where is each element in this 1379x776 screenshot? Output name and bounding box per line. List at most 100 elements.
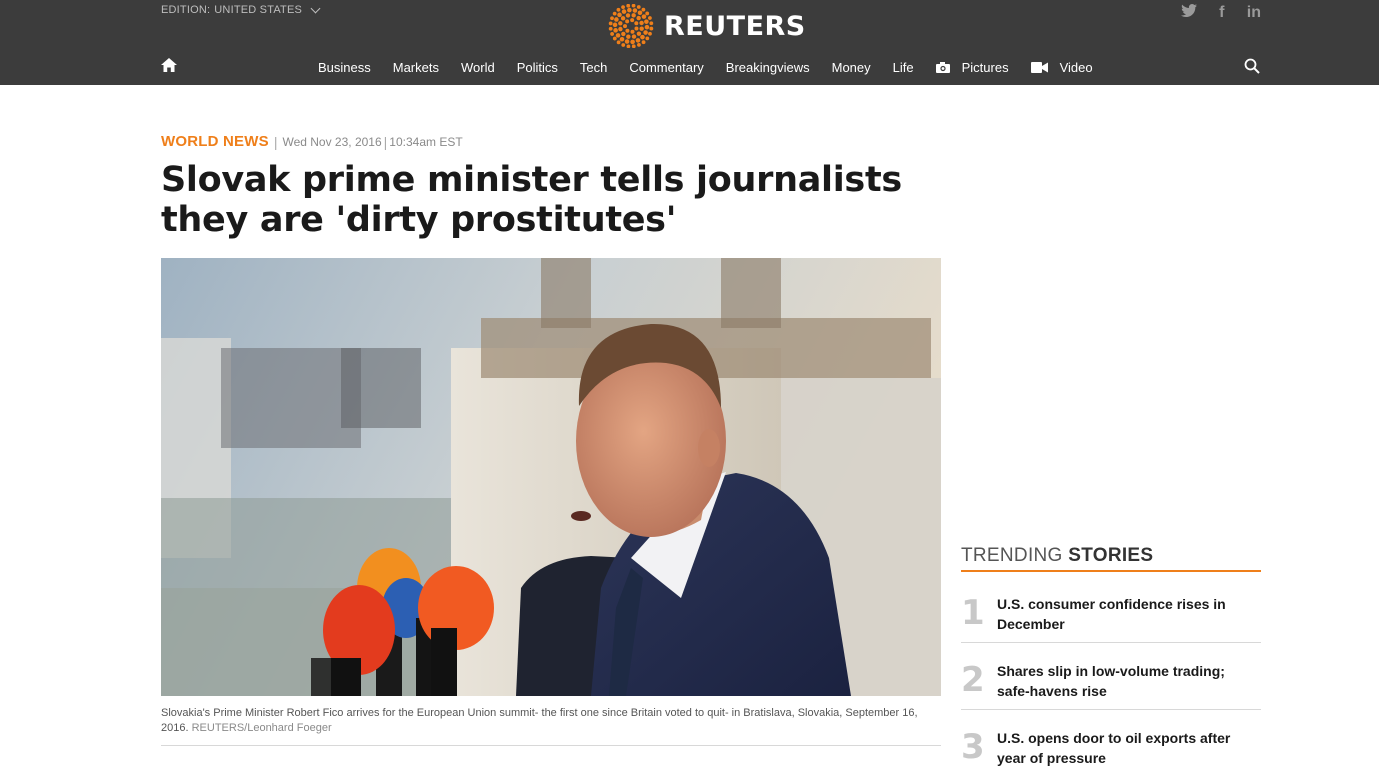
nav-item-label: Money <box>831 60 871 75</box>
main-nav: Business Markets World Politics Tech Com… <box>0 56 1379 82</box>
meta-separator: | <box>383 133 388 150</box>
video-camera-icon <box>1030 62 1048 73</box>
social-links: f in <box>1180 4 1261 22</box>
logo-dot <box>649 26 654 31</box>
photo-caption: Slovakia's Prime Minister Robert Fico ar… <box>161 706 941 736</box>
logo-dot <box>620 16 626 21</box>
logo-dot <box>631 13 636 18</box>
reuters-logo[interactable]: REUTERS <box>608 4 806 48</box>
logo-dot <box>627 7 632 13</box>
home-icon[interactable] <box>161 58 177 72</box>
nav-item-label: Breakingviews <box>725 60 810 75</box>
logo-dot <box>635 38 641 43</box>
nav-item-politics[interactable]: Politics <box>517 60 558 75</box>
chevron-down-icon <box>310 3 321 13</box>
nav-items: Business Markets World Politics Tech Com… <box>318 60 1115 75</box>
logo-dot <box>625 19 630 24</box>
logo-dot <box>648 31 652 36</box>
trending-item[interactable]: 3 U.S. opens door to oil exports after y… <box>961 710 1261 776</box>
nav-item-tech[interactable]: Tech <box>580 60 607 75</box>
logo-dot <box>623 24 627 29</box>
logo-wordmark: REUTERS <box>664 10 806 42</box>
logo-dot <box>615 33 621 38</box>
logo-dot <box>645 36 650 41</box>
logo-dot <box>649 21 654 26</box>
logo-dot <box>645 11 650 16</box>
nav-item-label: Pictures <box>961 60 1009 75</box>
trending-underline <box>961 570 1261 572</box>
logo-dot <box>624 39 630 44</box>
trending-title-light: TRENDING <box>961 545 1063 566</box>
reuters-logo-mark-icon <box>608 4 654 48</box>
section-link[interactable]: WORLD NEWS <box>161 133 269 150</box>
nav-item-video[interactable]: Video <box>1030 60 1093 75</box>
logo-dot <box>618 21 623 26</box>
logo-dot <box>612 22 618 28</box>
logo-dot <box>625 13 631 18</box>
facebook-icon[interactable]: f <box>1215 4 1229 22</box>
nav-item-markets[interactable]: Markets <box>393 60 439 75</box>
logo-dot <box>625 28 630 33</box>
site-header: EDITION: UNITED STATES REUTERS f in Busi… <box>0 0 1379 85</box>
logo-dot <box>621 9 627 14</box>
photo-illustration <box>161 258 941 696</box>
photo-credit: REUTERS/Leonhard Foeger <box>191 722 332 734</box>
logo-dot <box>637 10 643 16</box>
search-icon[interactable] <box>1244 58 1260 74</box>
logo-dot <box>621 31 626 37</box>
article-meta: WORLD NEWS | Wed Nov 23, 2016 | 10:34am … <box>161 133 463 150</box>
article-time: 10:34am EST <box>389 134 463 149</box>
logo-dot <box>634 26 639 31</box>
edition-label: EDITION: <box>161 4 211 16</box>
logo-dot <box>648 16 652 20</box>
edition-selector[interactable]: EDITION: UNITED STATES <box>161 3 321 16</box>
nav-item-label: Markets <box>392 60 439 75</box>
trending-title-bold: STORIES <box>1068 545 1154 566</box>
nav-item-label: Life <box>892 60 914 75</box>
caption-divider <box>161 745 941 746</box>
logo-dot <box>617 12 622 18</box>
trending-item[interactable]: 1 U.S. consumer confidence rises in Dece… <box>961 576 1261 643</box>
logo-dot <box>636 5 641 9</box>
logo-dot <box>619 36 625 42</box>
logo-dot <box>608 21 613 26</box>
logo-dot <box>630 39 635 45</box>
logo-dot <box>610 32 614 36</box>
logo-dot <box>637 43 641 47</box>
nav-item-pictures[interactable]: Pictures <box>935 60 1009 75</box>
nav-item-business[interactable]: Business <box>318 60 371 75</box>
logo-dot <box>626 4 631 8</box>
logo-dot <box>630 29 635 34</box>
meta-separator: | <box>273 133 278 150</box>
nav-item-world[interactable]: World <box>461 60 495 75</box>
logo-dot <box>639 26 644 31</box>
trending-rank: 2 <box>961 660 985 700</box>
logo-dot <box>616 40 621 45</box>
logo-dot <box>618 26 623 32</box>
logo-dot <box>631 44 636 48</box>
linkedin-icon[interactable]: in <box>1247 4 1261 22</box>
nav-item-commentary[interactable]: Commentary <box>629 60 703 75</box>
logo-dot <box>644 24 650 30</box>
nav-item-label: Tech <box>579 60 608 75</box>
logo-dot <box>634 21 639 26</box>
article-photo[interactable] <box>161 258 941 696</box>
trending-headline: U.S. opens door to oil exports after yea… <box>997 730 1231 766</box>
nav-item-label: Commentary <box>629 60 704 75</box>
trending-rank: 3 <box>961 727 985 767</box>
nav-item-money[interactable]: Money <box>832 60 871 75</box>
camera-icon <box>935 62 950 73</box>
twitter-icon[interactable] <box>1180 4 1197 22</box>
logo-dot <box>612 11 617 16</box>
logo-dot <box>626 44 631 48</box>
logo-dot <box>636 15 641 21</box>
nav-item-life[interactable]: Life <box>893 60 914 75</box>
logo-dot <box>640 34 645 40</box>
logo-dot <box>608 26 613 31</box>
logo-dot <box>621 43 626 47</box>
trending-stories-heading: TRENDING STORIES <box>961 545 1153 567</box>
logo-dot <box>621 5 625 9</box>
nav-item-label: Business <box>318 60 371 75</box>
trending-item[interactable]: 2 Shares slip in low-volume trading; saf… <box>961 643 1261 710</box>
nav-item-breakingviews[interactable]: Breakingviews <box>726 60 810 75</box>
